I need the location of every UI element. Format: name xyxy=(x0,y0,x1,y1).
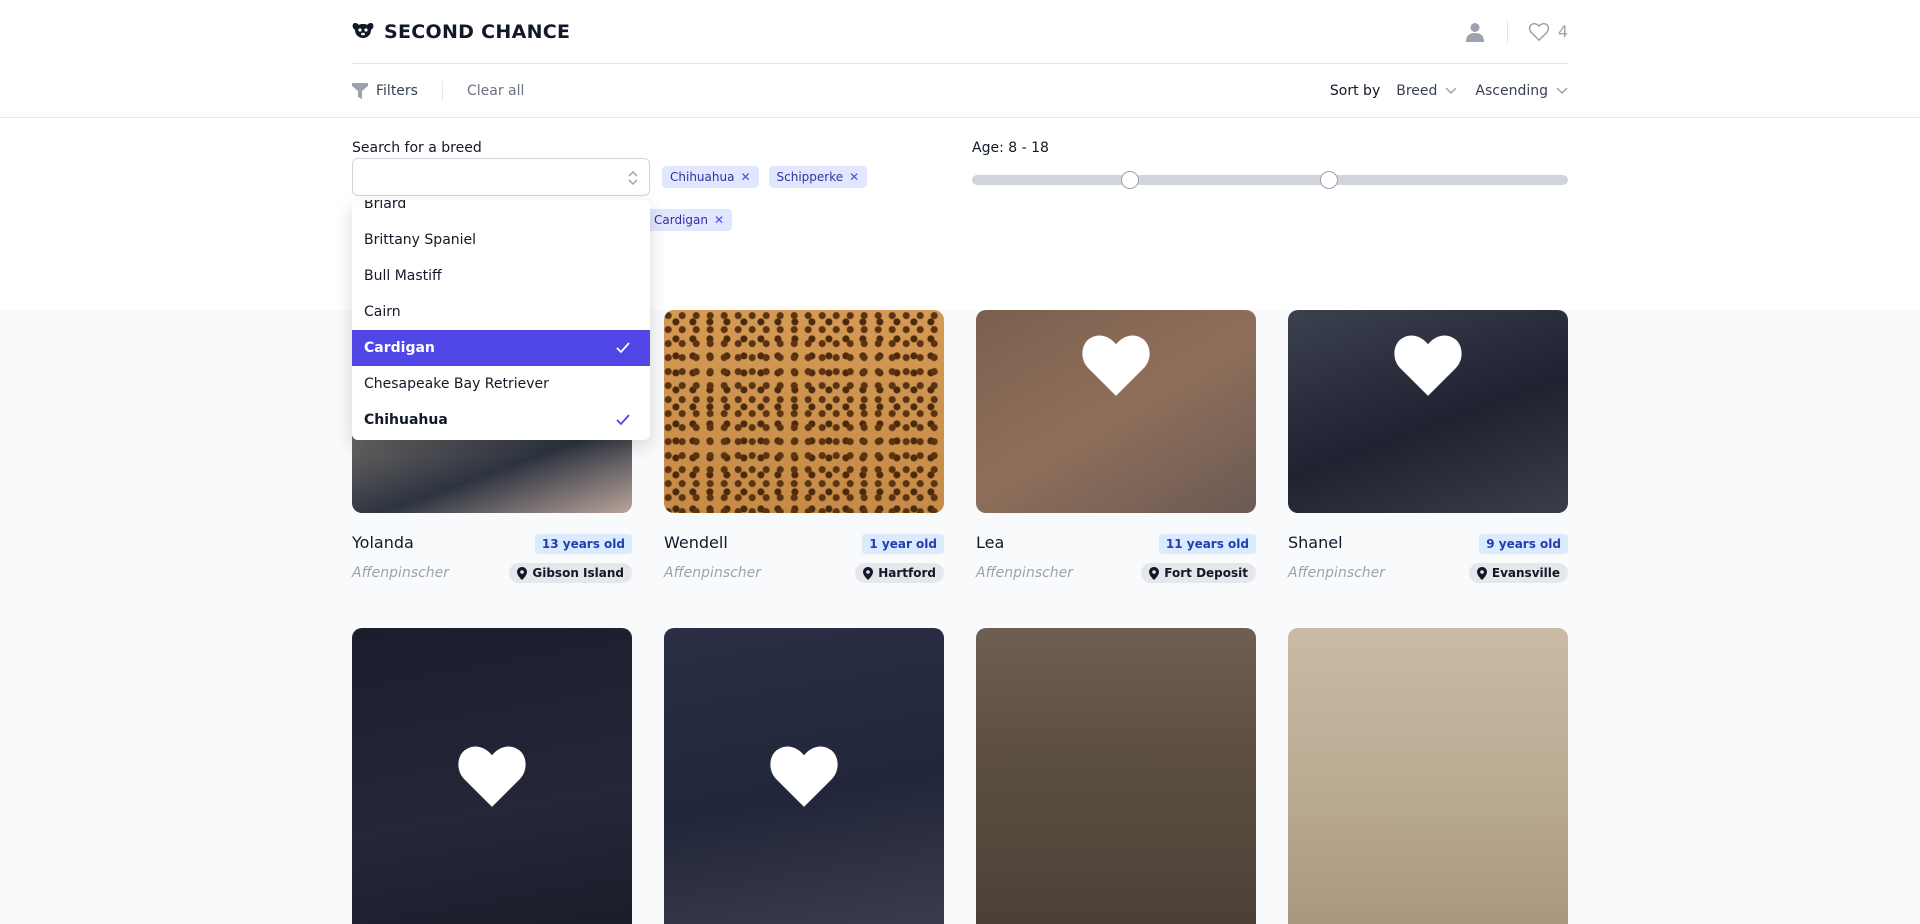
clear-all-button[interactable]: Clear all xyxy=(467,83,524,99)
breed-chip: Chihuahua ✕ xyxy=(662,166,759,188)
breed-option[interactable]: Brittany Spaniel xyxy=(352,222,650,258)
app-header: SECOND CHANCE 4 xyxy=(352,0,1568,64)
sort-order-value: Ascending xyxy=(1475,83,1548,99)
chevron-up-down-icon[interactable] xyxy=(627,169,639,191)
breed-search-input[interactable] xyxy=(352,158,650,196)
header-divider xyxy=(1506,19,1508,44)
map-pin-icon xyxy=(1476,566,1487,580)
brand[interactable]: SECOND CHANCE xyxy=(352,21,570,43)
toolbar-bottom-border xyxy=(0,117,1920,118)
dog-photo[interactable] xyxy=(976,310,1256,513)
dog-breed: Affenpinscher xyxy=(1288,565,1386,581)
breed-chip: Schipperke ✕ xyxy=(768,166,868,188)
breed-chip-label: Cardigan xyxy=(654,213,708,227)
age-slider-track[interactable] xyxy=(972,175,1568,185)
age-badge: 13 years old xyxy=(534,534,632,554)
selected-breed-chips: Chihuahua ✕ Schipperke ✕ xyxy=(662,166,868,188)
favorite-heart-icon[interactable] xyxy=(1390,331,1466,403)
dog-breed: Affenpinscher xyxy=(352,565,450,581)
age-badge: 9 years old xyxy=(1479,534,1568,554)
map-pin-icon xyxy=(863,566,874,580)
dog-photo[interactable] xyxy=(1288,310,1568,513)
breed-options-list: Briard Brittany Spaniel Bull Mastiff Cai… xyxy=(352,200,650,440)
remove-chip-icon[interactable]: ✕ xyxy=(714,213,724,227)
dog-name: Yolanda xyxy=(352,533,414,552)
toolbar: Filters Clear all Sort by Breed Ascendin… xyxy=(352,64,1568,118)
location-badge: Gibson Island xyxy=(509,563,632,583)
dog-name: Wendell xyxy=(664,533,728,552)
filters-button[interactable]: Filters xyxy=(352,82,418,100)
breed-chip-label: Schipperke xyxy=(776,170,844,184)
breed-chip-label: Chihuahua xyxy=(670,170,735,184)
sort-field-value: Breed xyxy=(1396,83,1438,99)
location-text: Hartford xyxy=(878,566,936,580)
breed-option-selected[interactable]: Chihuahua xyxy=(352,402,650,438)
dog-photo[interactable] xyxy=(664,310,944,513)
breed-option[interactable]: Chesapeake Bay Retriever xyxy=(352,366,650,402)
location-text: Evansville xyxy=(1491,566,1560,580)
location-badge: Evansville xyxy=(1468,563,1568,583)
favorite-heart-icon[interactable] xyxy=(766,742,842,814)
favorites-count: 4 xyxy=(1557,22,1568,41)
brand-title: SECOND CHANCE xyxy=(384,20,571,43)
age-badge: 1 year old xyxy=(862,534,944,554)
favorite-heart-icon[interactable] xyxy=(1078,331,1154,403)
breed-chip: Cardigan ✕ xyxy=(646,209,733,231)
breed-option[interactable]: Briard xyxy=(352,200,650,222)
dog-breed: Affenpinscher xyxy=(976,565,1074,581)
remove-chip-icon[interactable]: ✕ xyxy=(849,170,859,184)
check-icon xyxy=(616,414,630,426)
age-badge: 11 years old xyxy=(1158,534,1256,554)
location-badge: Hartford xyxy=(855,563,944,583)
remove-chip-icon[interactable]: ✕ xyxy=(740,170,750,184)
dog-name: Lea xyxy=(976,533,1005,552)
breed-option-active[interactable]: Cardigan xyxy=(352,330,650,366)
funnel-icon xyxy=(352,83,368,99)
heart-outline-icon xyxy=(1528,22,1549,41)
dog-photo[interactable] xyxy=(1288,628,1568,924)
favorite-heart-icon[interactable] xyxy=(454,742,530,814)
sort-field-dropdown[interactable]: Breed xyxy=(1396,83,1457,99)
user-account-button[interactable] xyxy=(1463,20,1487,44)
location-badge: Fort Deposit xyxy=(1141,563,1256,583)
check-icon xyxy=(616,342,630,354)
filters-label: Filters xyxy=(376,83,418,99)
dog-photo[interactable] xyxy=(664,628,944,924)
age-max-thumb[interactable] xyxy=(1320,171,1338,189)
dog-name: Shanel xyxy=(1288,533,1343,552)
breed-search-label: Search for a breed xyxy=(352,140,482,156)
location-text: Gibson Island xyxy=(532,566,624,580)
sort-by-label: Sort by xyxy=(1329,83,1381,99)
dog-photo[interactable] xyxy=(976,628,1256,924)
sort-order-dropdown[interactable]: Ascending xyxy=(1475,83,1568,99)
dog-logo-icon xyxy=(352,21,374,43)
age-min-thumb[interactable] xyxy=(1121,171,1139,189)
chevron-down-icon xyxy=(1556,87,1568,95)
chevron-down-icon xyxy=(1445,87,1457,95)
breed-option[interactable]: Bull Mastiff xyxy=(352,258,650,294)
dog-photo[interactable] xyxy=(352,628,632,924)
dog-breed: Affenpinscher xyxy=(664,565,762,581)
user-icon xyxy=(1465,22,1484,42)
age-range-label: Age: 8 - 18 xyxy=(972,140,1049,156)
map-pin-icon xyxy=(1149,566,1160,580)
location-text: Fort Deposit xyxy=(1164,566,1248,580)
map-pin-icon xyxy=(517,566,528,580)
favorites-button[interactable]: 4 xyxy=(1528,22,1568,42)
breed-option[interactable]: Cairn xyxy=(352,294,650,330)
toolbar-divider xyxy=(441,81,443,101)
